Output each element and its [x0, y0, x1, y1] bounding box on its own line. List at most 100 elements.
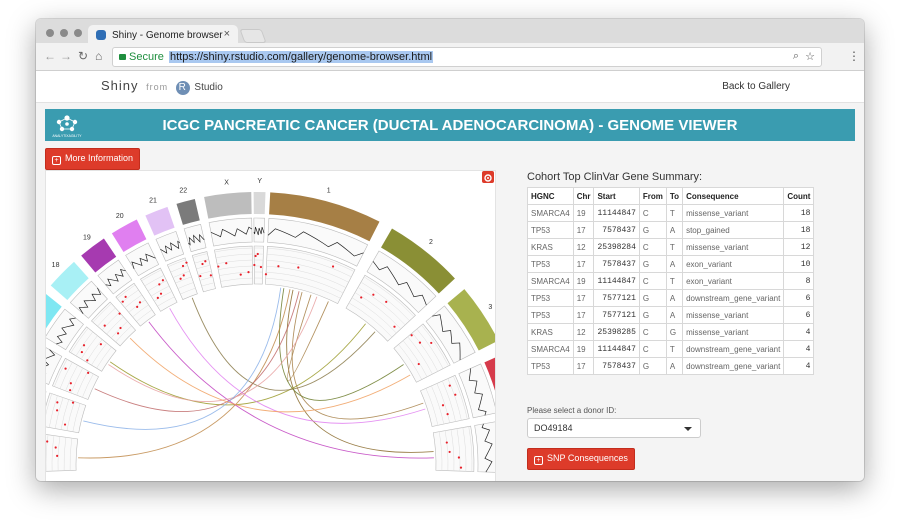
table-cell: 25398285	[593, 323, 640, 341]
table-cell: SMARCA4	[527, 272, 574, 290]
snp-consequences-button[interactable]: + SNP Consequences	[527, 448, 635, 470]
column-header[interactable]: To	[665, 187, 684, 205]
column-header[interactable]: Chr	[572, 187, 595, 205]
cnv-track-X	[208, 217, 253, 247]
table-cell: SMARCA4	[527, 340, 574, 358]
chromosome-label: 1	[327, 188, 331, 195]
maximize-window-icon[interactable]	[74, 29, 82, 37]
mutation-point	[185, 261, 188, 264]
mutation-point	[256, 252, 259, 256]
column-header[interactable]: From	[638, 187, 667, 205]
table-cell: TP53	[527, 255, 574, 273]
mutation-point	[82, 344, 86, 347]
table-cell: downstream_gene_variant	[682, 357, 785, 375]
url-text[interactable]: https://shiny.rstudio.com/gallery/genome…	[169, 51, 434, 63]
menu-dots-icon[interactable]: ⋮	[848, 49, 860, 63]
column-header[interactable]: Count	[783, 187, 815, 205]
forward-arrow-icon[interactable]: →	[60, 49, 72, 63]
table-cell: G	[638, 221, 667, 239]
table-cell: C	[638, 272, 667, 290]
mutation-point	[56, 401, 59, 404]
tab-title: Shiny - Genome browser	[112, 30, 223, 41]
mutation-point	[156, 296, 159, 299]
mutation-point	[182, 274, 185, 277]
secure-indicator[interactable]: Secure	[119, 51, 164, 63]
mutation-point	[179, 277, 182, 280]
close-window-icon[interactable]	[46, 29, 54, 37]
mutation-point	[201, 262, 204, 266]
table-row: KRAS 12 25398284 C Tmissense_variant 12	[527, 238, 815, 256]
mutation-point	[158, 283, 161, 286]
chromosome-ideogram-21	[145, 206, 175, 236]
mutation-point	[209, 274, 212, 277]
browser-tab[interactable]: Shiny - Genome browser ×	[88, 25, 238, 45]
mutation-point	[457, 456, 460, 459]
mutation-point	[372, 293, 375, 296]
circos-plot[interactable]: 12345141516171819202122XY	[45, 170, 496, 481]
bookmark-star-icon[interactable]: ☆	[805, 50, 815, 63]
table-cell: 6	[783, 306, 815, 324]
zoom-icon[interactable]: ⌕	[793, 50, 799, 63]
column-header[interactable]: Consequence	[682, 187, 785, 205]
chromosome-label: X	[224, 180, 229, 187]
mutation-point	[225, 262, 228, 265]
chromosome-label: 2	[429, 239, 433, 246]
tab-close-icon[interactable]: ×	[224, 28, 230, 40]
chromosome-label: Y	[257, 178, 262, 185]
mutation-point	[56, 454, 59, 458]
new-tab-button[interactable]	[239, 29, 267, 43]
donor-select[interactable]: DO49184	[527, 418, 701, 438]
plus-square-icon: +	[52, 156, 61, 165]
donor-select-label: Please select a donor ID:	[527, 406, 617, 415]
table-row: SMARCA4 19 11144847 C Texon_variant 8	[527, 272, 815, 290]
chromosome-label: 19	[83, 235, 91, 242]
table-cell: exon_variant	[682, 272, 785, 290]
mutation-point	[138, 301, 142, 304]
table-cell: 19	[572, 204, 595, 222]
back-arrow-icon[interactable]: ←	[44, 49, 56, 63]
shiny-logo[interactable]: Shiny from R Studio	[101, 78, 223, 95]
table-cell: 11144847	[593, 340, 640, 358]
table-cell: T	[665, 272, 684, 290]
mutation-point	[124, 295, 127, 298]
app-banner: ANALYTIXAGILITY ICGC PANCREATIC CANCER (…	[45, 109, 855, 141]
table-cell: 19	[572, 340, 595, 358]
chromosome-label: 21	[149, 198, 157, 205]
more-information-button[interactable]: + More Information	[45, 148, 141, 170]
table-cell: TP53	[527, 306, 574, 324]
address-bar[interactable]: Secure https://shiny.rstudio.com/gallery…	[112, 47, 822, 67]
table-cell: missense_variant	[682, 204, 785, 222]
circos-genome-plot: 12345141516171819202122XY	[46, 178, 495, 473]
reload-icon[interactable]: ↻	[78, 49, 88, 63]
back-to-gallery-link[interactable]: Back to Gallery	[722, 81, 790, 92]
home-icon[interactable]: ⌂	[95, 49, 102, 63]
column-header[interactable]: Start	[593, 187, 640, 205]
table-cell: TP53	[527, 357, 574, 375]
table-cell: G	[665, 323, 684, 341]
mutation-point	[297, 266, 300, 269]
minimize-window-icon[interactable]	[60, 29, 68, 37]
mutation-point	[441, 404, 445, 407]
table-row: SMARCA4 19 11144847 C Tmissense_variant 18	[527, 204, 815, 222]
table-cell: 7578437	[593, 255, 640, 273]
snp-track-14	[46, 434, 79, 472]
column-header[interactable]: HGNC	[527, 187, 574, 205]
table-cell: G	[638, 306, 667, 324]
table-row: TP53 17 7577121 G Adownstream_gene_variant 6	[527, 289, 815, 307]
table-cell: TP53	[527, 289, 574, 307]
snp-track-X	[214, 245, 254, 288]
table-cell: A	[665, 255, 684, 273]
mutation-point	[217, 265, 220, 268]
structural-variant-link	[191, 297, 376, 391]
table-cell: downstream_gene_variant	[682, 340, 785, 358]
table-cell: missense_variant	[682, 323, 785, 341]
mutation-point	[103, 324, 106, 327]
table-cell: C	[638, 323, 667, 341]
table-cell: 4	[783, 340, 815, 358]
table-row: TP53 17 7578437 G Astop_gained 18	[527, 221, 815, 239]
plus-square-icon: +	[534, 456, 543, 465]
rstudio-r-icon: R	[175, 81, 190, 95]
table-cell: 17	[572, 221, 595, 239]
gear-icon[interactable]	[482, 171, 494, 183]
mutation-point	[253, 263, 256, 267]
